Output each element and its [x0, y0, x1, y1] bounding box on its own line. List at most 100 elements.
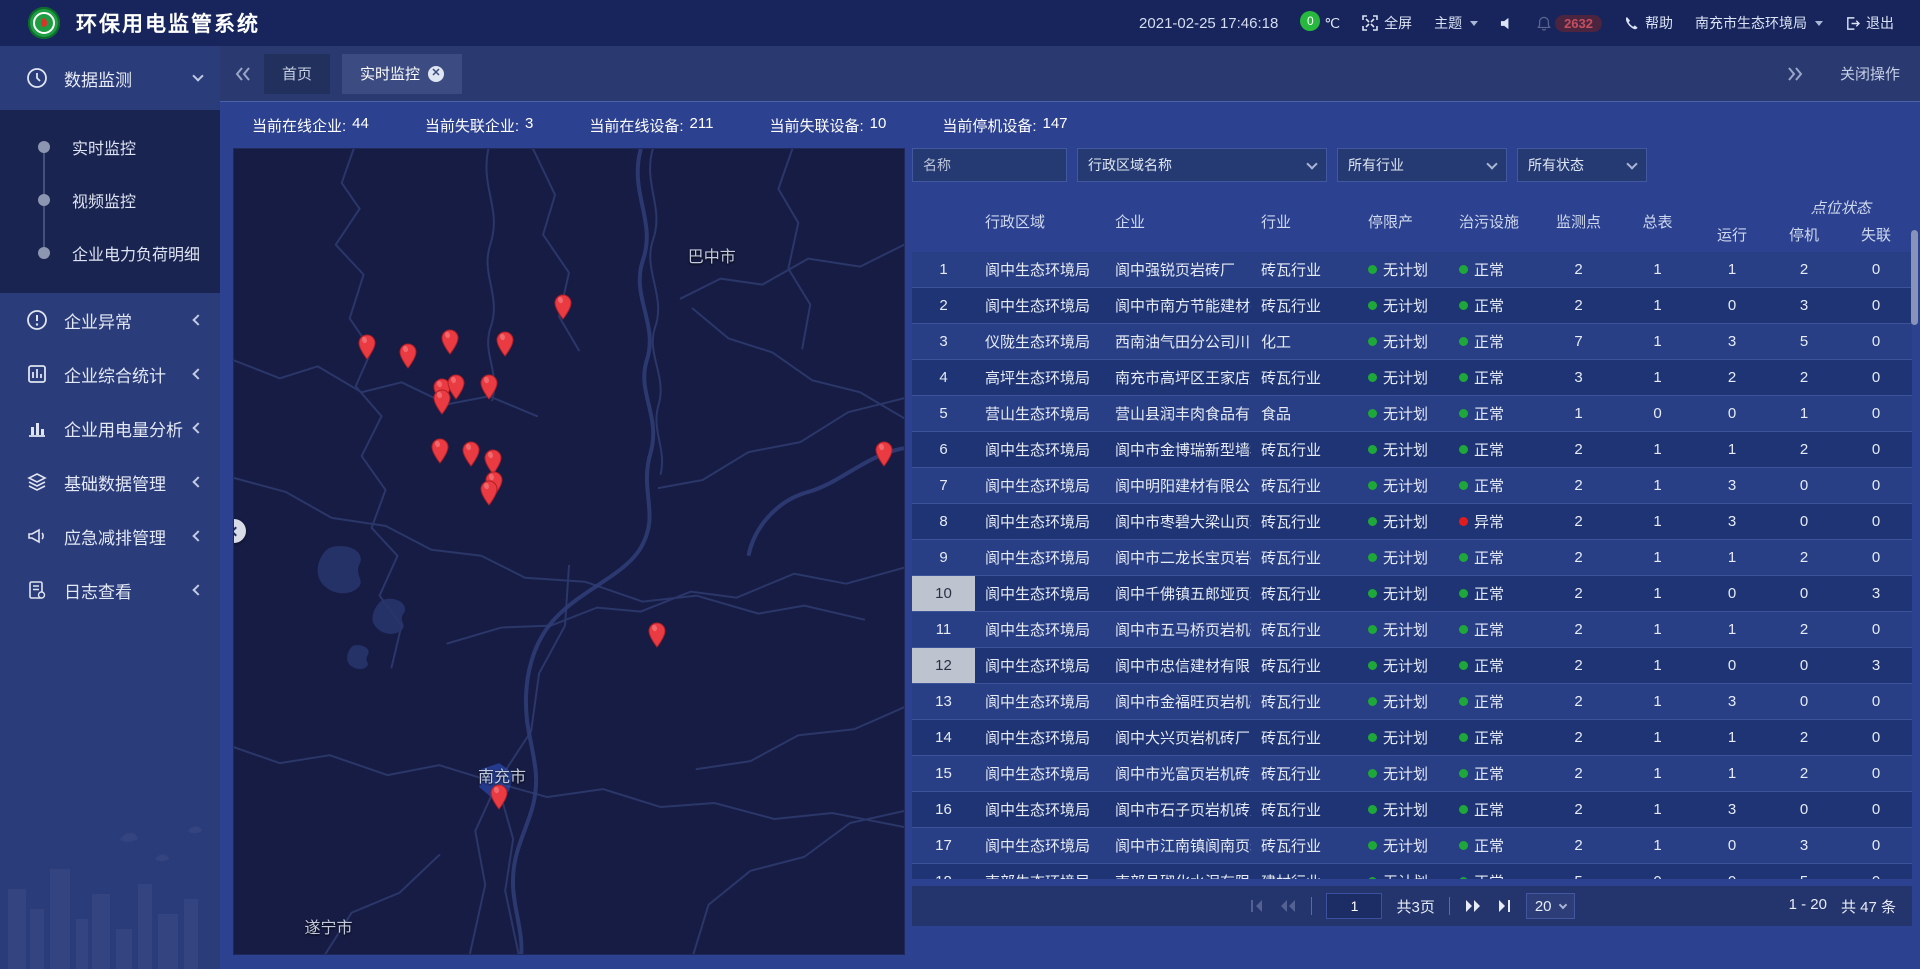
column-header-company: 企业	[1105, 211, 1251, 232]
cell-company: 阆中市石子页岩机砖厂	[1105, 799, 1251, 820]
last-page-icon	[1496, 899, 1512, 913]
table-row[interactable]: 15 阆中生态环境局 阆中市光富页岩机砖厂 砖瓦行业 无计划 正常	[912, 756, 1912, 792]
tab-realtime-monitor[interactable]: 实时监控 ✕	[342, 54, 462, 94]
industry-filter-select[interactable]: 所有行业	[1337, 148, 1507, 182]
cell-limit-status: 无计划	[1358, 511, 1449, 532]
sidebar-item-enterprise-statistics[interactable]: 企业综合统计	[0, 347, 220, 401]
row-index: 8	[912, 504, 975, 539]
map-pin-icon[interactable]	[648, 622, 666, 648]
sound-mute-button[interactable]	[1500, 16, 1515, 31]
map-pin-icon[interactable]	[399, 343, 417, 369]
cell-region: 阆中生态环境局	[975, 619, 1105, 640]
sidebar-item-realtime-monitor[interactable]: 实时监控	[0, 120, 220, 173]
table-row[interactable]: 13 阆中生态环境局 阆中市金福旺页岩机砖 砖瓦行业 无计划 正常	[912, 684, 1912, 720]
map-pin-icon[interactable]	[480, 374, 498, 400]
map-pin-icon[interactable]	[462, 441, 480, 467]
table-scrollbar-thumb[interactable]	[1911, 230, 1918, 325]
map-pin-icon[interactable]	[433, 389, 451, 415]
cell-meters: 1	[1619, 621, 1696, 638]
map-pin-icon[interactable]	[431, 438, 449, 464]
first-page-button[interactable]	[1249, 899, 1265, 913]
sidebar-item-video-monitor[interactable]: 视频监控	[0, 173, 220, 226]
map-pin-icon[interactable]	[358, 334, 376, 360]
column-header-points: 监测点	[1538, 211, 1619, 232]
cell-points: 2	[1538, 441, 1619, 458]
map-pin-icon[interactable]	[496, 331, 514, 357]
prev-page-button[interactable]	[1279, 899, 1297, 913]
total-pages-label: 共3页	[1396, 896, 1434, 917]
double-chevron-right-icon	[1786, 66, 1804, 82]
map-pin-icon[interactable]	[490, 784, 508, 810]
help-button[interactable]: 帮助	[1624, 13, 1673, 33]
cell-lost: 0	[1840, 549, 1912, 566]
table-row[interactable]: 14 阆中生态环境局 阆中大兴页岩机砖厂 砖瓦行业 无计划 正常	[912, 720, 1912, 756]
cell-lost: 0	[1840, 873, 1912, 879]
table-row[interactable]: 8 阆中生态环境局 阆中市枣碧大梁山页岩 砖瓦行业 无计划 异常	[912, 504, 1912, 540]
last-page-button[interactable]	[1496, 899, 1512, 913]
notifications-button[interactable]: 2632	[1537, 15, 1602, 32]
table-row[interactable]: 1 阆中生态环境局 阆中强锐页岩砖厂 砖瓦行业 无计划 正常	[912, 252, 1912, 288]
cell-region: 阆中生态环境局	[975, 763, 1105, 784]
table-row[interactable]: 11 阆中生态环境局 阆中市五马桥页岩机砖 砖瓦行业 无计划 正常	[912, 612, 1912, 648]
table-row[interactable]: 3 仪陇生态环境局 西南油气田分公司川中 化工 无计划 正常	[912, 324, 1912, 360]
table-row[interactable]: 9 阆中生态环境局 阆中市二龙长宝页岩砖 砖瓦行业 无计划 正常	[912, 540, 1912, 576]
logout-button[interactable]: 退出	[1845, 13, 1894, 33]
cell-running: 1	[1696, 441, 1768, 458]
cell-lost: 0	[1840, 693, 1912, 710]
cell-facility-status: 正常	[1449, 799, 1538, 820]
table-row[interactable]: 10 阆中生态环境局 阆中千佛镇五郎垭页岩 砖瓦行业 无计划 正常	[912, 576, 1912, 612]
name-filter-input[interactable]	[912, 148, 1067, 182]
table-row[interactable]: 18 南部生态环境局 南部县砌化水泥有限公 建材行业 无计划 正常	[912, 864, 1912, 879]
status-dot	[1368, 445, 1377, 454]
table-row[interactable]: 6 阆中生态环境局 阆中市金博瑞新型墙材 砖瓦行业 无计划 正常	[912, 432, 1912, 468]
sidebar-item-power-load-detail[interactable]: 企业电力负荷明细	[0, 226, 220, 279]
close-operations-menu[interactable]: 关闭操作	[1840, 63, 1900, 84]
table-row[interactable]: 7 阆中生态环境局 阆中明阳建材有限公司 砖瓦行业 无计划 正常	[912, 468, 1912, 504]
sidebar-item-power-analysis[interactable]: 企业用电量分析	[0, 401, 220, 455]
chevron-left-icon	[192, 422, 203, 433]
table-row[interactable]: 4 高坪生态环境局 南充市高坪区王家店建 砖瓦行业 无计划 正常	[912, 360, 1912, 396]
main-area: 巴中市 南充市 遂宁市	[220, 148, 1920, 969]
sidebar-group-data-monitor[interactable]: 数据监测	[0, 46, 220, 110]
sidebar-item-enterprise-abnormal[interactable]: 企业异常	[0, 293, 220, 347]
status-filter-select[interactable]: 所有状态	[1517, 148, 1647, 182]
table-row[interactable]: 17 阆中生态环境局 阆中市江南镇阆南页岩 砖瓦行业 无计划 正常	[912, 828, 1912, 864]
fullscreen-button[interactable]: 全屏	[1362, 13, 1412, 33]
tabs-scroll-right-button[interactable]	[1786, 66, 1804, 82]
map-pin-icon[interactable]	[441, 329, 459, 355]
status-dot	[1459, 733, 1468, 742]
org-menu-button[interactable]: 南充市生态环境局	[1695, 13, 1823, 33]
tab-home[interactable]: 首页	[264, 54, 330, 94]
cell-industry: 砖瓦行业	[1251, 655, 1358, 676]
table-row[interactable]: 5 营山生态环境局 营山县润丰肉食品有限 食品 无计划 正常	[912, 396, 1912, 432]
status-dot	[1459, 481, 1468, 490]
table-row[interactable]: 12 阆中生态环境局 阆中市忠信建材有限公 砖瓦行业 无计划 正常	[912, 648, 1912, 684]
sidebar-item-emergency-reduction[interactable]: 应急减排管理	[0, 509, 220, 563]
table-header: 行政区域 企业 行业 停限产 治污设施 监测点 总表 点位状态 运行 停机 失联	[912, 190, 1912, 252]
page-size-select[interactable]: 20	[1526, 893, 1575, 919]
tabs-scroll-left-button[interactable]	[234, 66, 252, 82]
cell-region: 南部生态环境局	[975, 871, 1105, 879]
sidebar-item-base-data[interactable]: 基础数据管理	[0, 455, 220, 509]
fullscreen-icon	[1362, 15, 1378, 31]
theme-button[interactable]: 主题	[1434, 13, 1478, 33]
right-panel: 行政区域名称 所有行业 所有状态 行政区域 企业 行业 停限产 治污设施	[912, 148, 1912, 969]
page-number-input[interactable]: 1	[1326, 893, 1382, 919]
map-pin-icon[interactable]	[480, 480, 498, 506]
next-page-button[interactable]	[1464, 899, 1482, 913]
map-pin-icon[interactable]	[554, 294, 572, 320]
tab-close-icon[interactable]: ✕	[428, 66, 444, 82]
status-dot	[1459, 841, 1468, 850]
layers-icon	[26, 471, 48, 493]
region-filter-select[interactable]: 行政区域名称	[1077, 148, 1327, 182]
cell-lost: 0	[1840, 621, 1912, 638]
table-row[interactable]: 16 阆中生态环境局 阆中市石子页岩机砖厂 砖瓦行业 无计划 正常	[912, 792, 1912, 828]
chevron-left-icon	[192, 476, 203, 487]
table-row[interactable]: 2 阆中生态环境局 阆中市南方节能建材有 砖瓦行业 无计划 正常	[912, 288, 1912, 324]
map-pin-icon[interactable]	[875, 441, 893, 467]
sidebar-item-log-view[interactable]: 日志查看	[0, 563, 220, 617]
status-dot	[1459, 625, 1468, 634]
map[interactable]: 巴中市 南充市 遂宁市	[233, 148, 905, 955]
cell-meters: 1	[1619, 261, 1696, 278]
status-dot	[1459, 409, 1468, 418]
